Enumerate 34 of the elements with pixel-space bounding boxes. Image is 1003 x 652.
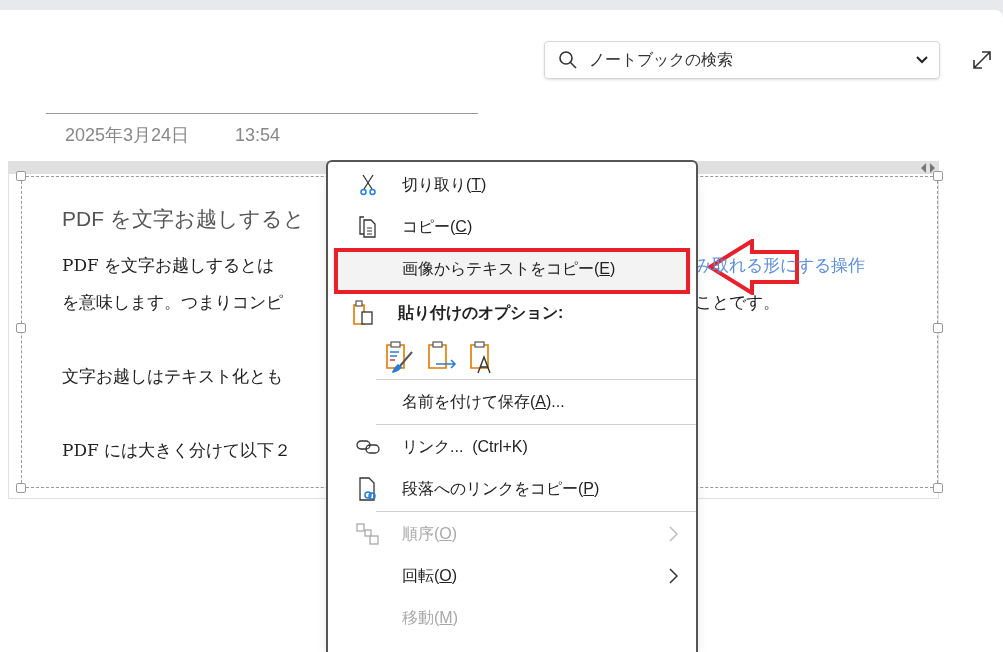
menu-item[interactable]: リンク... (Ctrl+K)	[332, 426, 692, 468]
paragraph-line: PDF を文字お越しするとは	[62, 253, 275, 277]
document-link-icon	[358, 477, 378, 501]
chevron-right-icon	[669, 526, 678, 542]
paragraph-line: 文字お越しはテキスト化とも	[62, 364, 283, 388]
link-icon	[356, 440, 380, 454]
menu-item[interactable]: 名前を付けて保存(A)...	[332, 381, 692, 423]
menu-item[interactable]: 段落へのリンクをコピー(P)	[332, 468, 692, 510]
search-field[interactable]: ノートブックの検索	[544, 41, 940, 79]
resize-handle[interactable]	[933, 171, 943, 181]
menu-item[interactable]: 切り取り(T)	[332, 164, 692, 206]
search-icon	[558, 50, 578, 70]
expand-icon[interactable]	[972, 50, 992, 70]
scissors-icon	[360, 174, 376, 196]
menu-item[interactable]: コピー(C)	[332, 206, 692, 248]
page-date: 2025年3月24日	[65, 124, 190, 147]
resize-handle[interactable]	[16, 171, 26, 181]
resize-handle[interactable]	[16, 483, 26, 493]
paste-keep-formatting-icon[interactable]	[384, 340, 416, 374]
chevron-down-icon	[916, 56, 928, 64]
chevron-right-icon	[669, 568, 678, 584]
paragraph-line: PDF には大きく分けて以下２	[62, 438, 292, 462]
scroll-arrows-icon[interactable]	[920, 163, 936, 173]
resize-handle[interactable]	[933, 483, 943, 493]
page-time: 13:54	[235, 124, 281, 147]
menu-section-header: 貼り付けのオプション:	[398, 303, 564, 323]
arrange-icon	[356, 523, 380, 545]
paragraph-line: を意味します。つまりコンピ	[62, 290, 283, 314]
clipboard-icon	[352, 300, 374, 326]
copy-icon	[359, 216, 377, 238]
resize-handle[interactable]	[933, 323, 943, 333]
menu-item[interactable]: 回転(O)	[332, 555, 692, 597]
resize-handle[interactable]	[16, 323, 26, 333]
note-title: PDF を文字お越しすると	[62, 207, 305, 230]
